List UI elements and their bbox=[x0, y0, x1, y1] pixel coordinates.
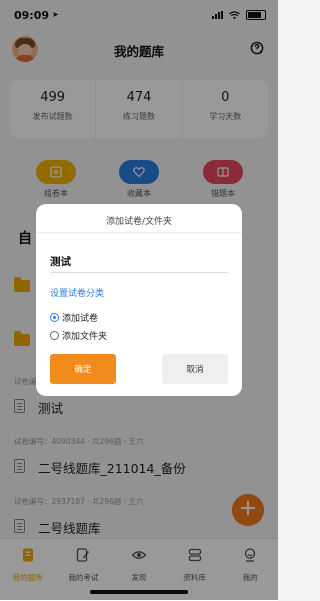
radio-unchecked bbox=[50, 331, 59, 340]
dialog-title: 添加试卷/文件夹 bbox=[105, 217, 173, 227]
radio-add-folder[interactable]: 添加文件夹 bbox=[50, 329, 107, 342]
dialog-divider bbox=[36, 232, 242, 233]
set-category-link[interactable]: 设置试卷分类 bbox=[50, 286, 104, 299]
cancel-button[interactable]: 取消 bbox=[162, 354, 228, 384]
radio-add-paper[interactable]: 添加试卷 bbox=[50, 311, 98, 324]
radio-label: 添加文件夹 bbox=[62, 332, 108, 342]
radio-label: 添加试卷 bbox=[62, 314, 99, 324]
radio-checked bbox=[50, 313, 59, 322]
name-input[interactable] bbox=[50, 250, 228, 273]
add-paper-dialog: 添加试卷/文件夹 设置试卷分类 添加试卷 添加文件夹 确定 取消 bbox=[36, 204, 242, 396]
confirm-button[interactable]: 确定 bbox=[50, 354, 116, 384]
